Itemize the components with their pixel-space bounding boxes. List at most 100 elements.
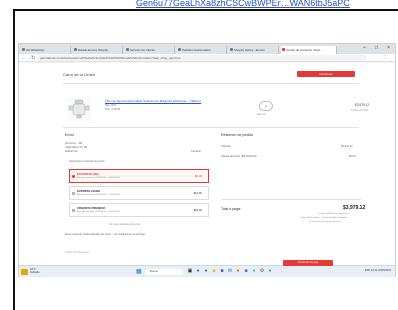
extensions-icon[interactable]: ⋮	[383, 55, 388, 61]
reload-icon[interactable]: ↻	[31, 55, 35, 61]
spotify-icon[interactable]: ●	[267, 268, 273, 274]
shipping-option-estandar[interactable]: ESTANDAR (BE) Entrega estimada: 21/05/20…	[69, 169, 209, 183]
divider	[221, 199, 361, 200]
shopify-icon	[74, 48, 77, 51]
teams-icon[interactable]: ■	[243, 268, 249, 274]
tab-label: Carrito de Compra | Chec…	[286, 48, 324, 52]
shipping-option-price: $34.90	[193, 208, 202, 212]
firefox-icon[interactable]: ●	[235, 268, 241, 274]
shipping-title: Envio	[65, 133, 74, 137]
address-bar: ← → ↻ garmadmax.com/checkouts/cn/Z2NwLWV…	[19, 54, 395, 62]
shipping-option-date: Entrega estimada: 20/05/2024 – 21/05/202…	[77, 194, 120, 196]
pay-button[interactable]: Continuar al pago	[283, 260, 333, 266]
shipping-option-price: $0.00	[195, 174, 202, 178]
tray-date: 20/05/2024	[378, 269, 391, 272]
product-ref: Ref: 1024	[105, 104, 117, 107]
shipping-address-city: Madrid, ES	[65, 150, 78, 153]
coupon-field[interactable]: Código de descuento	[65, 251, 90, 254]
shipping-methods-title: Selecciona el método de envío	[69, 160, 105, 163]
product-price-note: Incluye IVA 21%	[351, 109, 369, 112]
product-price: $3,979.12	[355, 103, 370, 107]
chrome-icon[interactable]: ●	[195, 268, 201, 274]
total-note-taxes: Incluye $690.58 en impuestos	[319, 213, 349, 215]
store-icon[interactable]: ■	[219, 268, 225, 274]
summary-shipping-value: $0.00	[349, 155, 356, 158]
divider	[63, 83, 359, 84]
settings-icon[interactable]: ⚙	[259, 268, 265, 274]
shipping-address-line: Calle Mayor 23, 4B	[65, 146, 88, 149]
total-label: Total a pagar	[221, 207, 241, 211]
tab-label: Servicio de Cliente	[130, 48, 156, 52]
total-note-secure: Pago 100% seguro – Protección del compra…	[301, 217, 347, 219]
tab-pedidos[interactable]: Pedidos Gestionados	[177, 46, 227, 54]
windows-taskbar: Continuar al pago 18°C Nublado ▦ Buscar …	[19, 260, 395, 277]
shipping-option-date: Entrega estimada: 20/05/2024 – 20/05/202…	[77, 211, 120, 213]
tray-time: 12:41	[370, 269, 378, 272]
mail-icon[interactable]: ✉	[227, 268, 233, 274]
product-name-link[interactable]: Filtro de Agua Autolimpiable Sedimentos …	[105, 99, 201, 103]
page-icon	[126, 48, 129, 51]
cart-icon	[282, 48, 285, 51]
cart-title: Carro de la Orden	[63, 72, 96, 77]
browser-window: (6) WhatsApp Estado Envios Shopify Servi…	[18, 43, 396, 277]
tab-strip: (6) WhatsApp Estado Envios Shopify Servi…	[19, 44, 395, 54]
change-address-link[interactable]: Cambiar	[191, 150, 201, 153]
summary-subtotal-label: Subtotal	[221, 145, 231, 148]
background-link-bar: Gen6u77GeaLhXa8zhCSCwBWPEr…WAN6tbJ5aPC	[0, 0, 398, 9]
radio-unselected[interactable]	[72, 209, 75, 212]
product-size: Tam: ø 25/32	[105, 108, 121, 111]
maximize-icon[interactable]: □	[375, 45, 378, 51]
shipping-option-price: $19.90	[193, 191, 202, 195]
checkout-page: Carro de la Orden Continuar Filtro de Ag…	[19, 63, 395, 265]
tab-label: Shopify Hebra - Envios	[234, 48, 265, 52]
quantity-stepper[interactable]: 1	[259, 101, 273, 111]
tab-label: (6) WhatsApp	[26, 48, 45, 52]
weather-widget[interactable]: 18°C Nublado	[30, 268, 40, 274]
total-note-delivery: La fecha de entrega puede variar	[309, 221, 342, 223]
radio-unselected[interactable]	[72, 192, 75, 195]
shipping-option-date: Entrega estimada: 21/05/2024 – 23/05/202…	[77, 177, 120, 179]
url-field[interactable]: garmadmax.com/checkouts/cn/Z2NwLWV1cm9wZ…	[37, 55, 367, 61]
task-view-icon[interactable]: ▣	[187, 268, 193, 274]
shipping-option-name: ESTANDAR (BE)	[77, 172, 99, 176]
background-url-link[interactable]: Gen6u77GeaLhXa8zhCSCwBWPEr…WAN6tbJ5aPC	[136, 0, 350, 8]
tab-label: Estado Envios Shopify	[78, 48, 109, 52]
tab-estado-envios[interactable]: Estado Envios Shopify	[73, 46, 123, 54]
summary-subtotal-value: $3,979.12	[341, 145, 353, 148]
edge-icon[interactable]: ●	[203, 268, 209, 274]
minimize-icon[interactable]: –	[363, 45, 366, 51]
shipping-note: Envío especial: Tarifa aplicada por peso…	[65, 233, 145, 236]
taskbar-search[interactable]: Buscar	[145, 269, 183, 275]
weather-icon[interactable]	[21, 269, 28, 275]
whatsapp-icon	[22, 48, 25, 51]
whatsapp-icon[interactable]: ●	[251, 268, 257, 274]
tab-shopify-hebra[interactable]: Shopify Hebra - Envios	[229, 46, 279, 54]
radio-selected[interactable]	[72, 175, 75, 178]
total-value: $3,979.12	[343, 205, 366, 211]
shopify-icon	[230, 48, 233, 51]
summary-shipping-label: Gastos de Envío (ESTANDAR)	[221, 155, 257, 158]
system-tray[interactable]: ESP 12:41 20/05/2024	[365, 269, 391, 272]
product-thumbnail	[67, 97, 91, 121]
continue-button[interactable]: Continuar	[297, 71, 355, 77]
remove-item-link[interactable]: Eliminar	[257, 113, 266, 116]
tab-checkout[interactable]: Carrito de Compra | Chec…	[281, 46, 337, 54]
shipping-option-name: EXPRESS 24/48H	[77, 189, 101, 193]
close-icon[interactable]: ×	[387, 45, 390, 51]
shipping-address-name: Dirección – PE	[65, 142, 83, 145]
shipping-option-name: URGENTE PREMIUM	[77, 206, 105, 210]
tab-label: Pedidos Gestionados	[182, 48, 211, 52]
summary-title: Resumen de pedido	[221, 133, 254, 137]
shipping-option-urgente[interactable]: URGENTE PREMIUM Entrega estimada: 20/05/…	[69, 203, 209, 217]
weather-desc: Nublado	[30, 271, 40, 274]
folder-icon[interactable]: ■	[211, 268, 217, 274]
divider	[63, 127, 359, 128]
windows-start-icon[interactable]: ▦	[136, 269, 142, 275]
page-icon	[178, 48, 181, 51]
tab-whatsapp[interactable]: (6) WhatsApp	[21, 46, 71, 54]
tab-servicio-cliente[interactable]: Servicio de Cliente	[125, 46, 175, 54]
tray-lang: ESP	[364, 269, 371, 272]
shipping-option-express[interactable]: EXPRESS 24/48H Entrega estimada: 20/05/2…	[69, 186, 209, 200]
more-shipping-link[interactable]: Ver más opciones de envío	[109, 223, 140, 226]
taskbar-apps: ▣ ● ● ■ ■ ✉ ● ■ ● ⚙ ●	[187, 268, 273, 276]
